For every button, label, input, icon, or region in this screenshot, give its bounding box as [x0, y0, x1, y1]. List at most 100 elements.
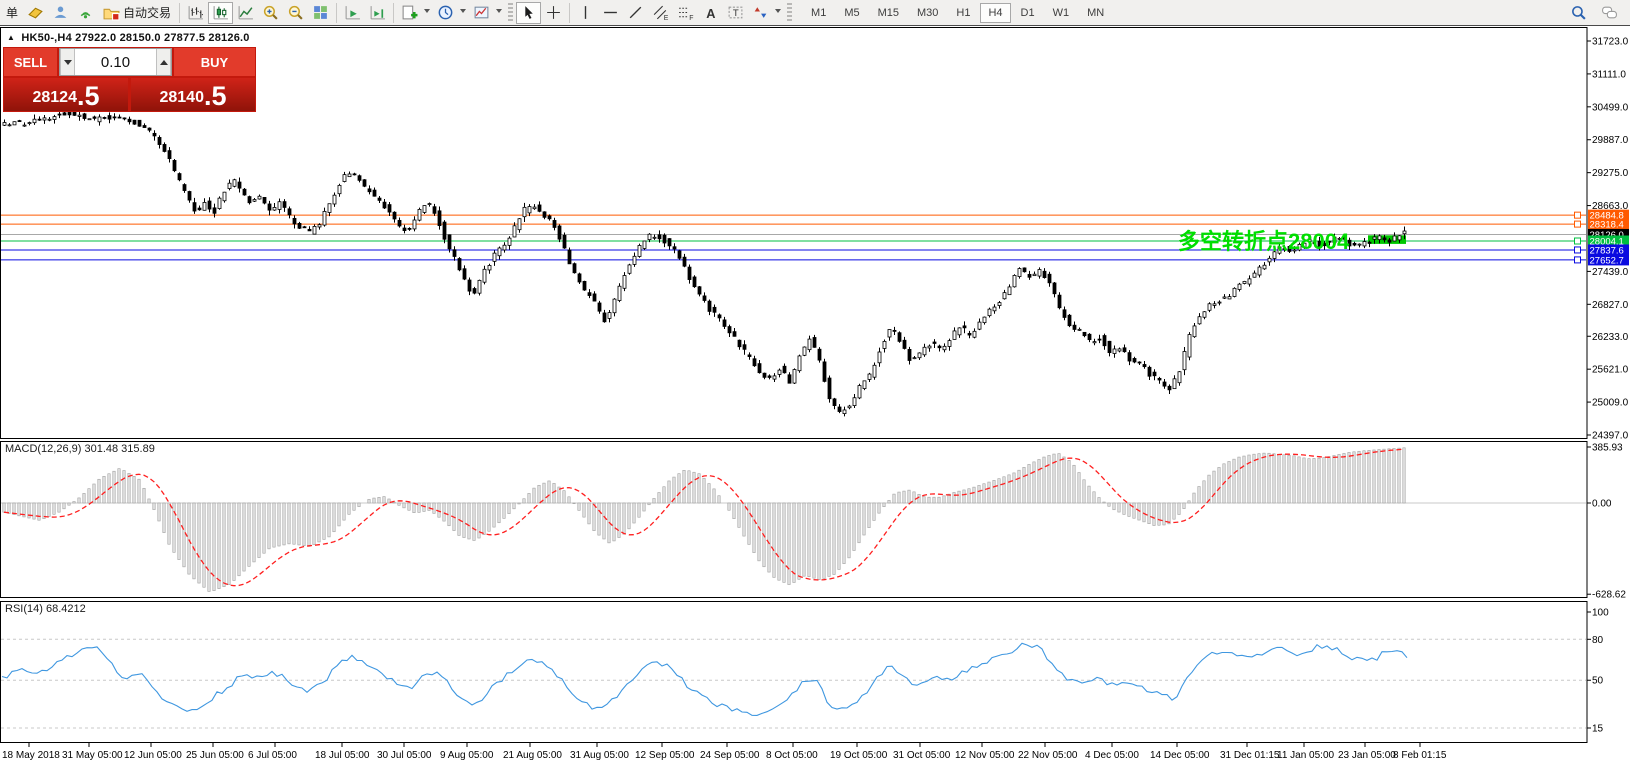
cursor-icon [520, 4, 537, 21]
time-axis-label: 23 Jan 05:00 [1338, 750, 1396, 761]
price-tick-label: 31111.0 [1592, 69, 1626, 80]
periods-dropdown[interactable] [458, 2, 469, 24]
autotrading-button[interactable]: 自动交易 [98, 2, 176, 24]
line-handle[interactable] [1575, 247, 1581, 253]
signals-button[interactable] [73, 2, 98, 24]
volume-decrease-button[interactable] [60, 49, 75, 75]
svg-text:A: A [706, 6, 715, 21]
community-button[interactable] [48, 2, 73, 24]
timeframe-bar: M1M5M15M30H1H4D1W1MN [803, 3, 1112, 23]
time-axis-label: 19 Oct 05:00 [830, 750, 888, 761]
bar-chart-icon [187, 4, 204, 21]
chart-symbol-header: ▲ HK50-,H4 27922.0 28150.0 27877.5 28126… [7, 32, 250, 44]
chevron-down-icon [460, 9, 466, 16]
crosshair-icon [545, 4, 562, 21]
price-tag-label: 27652.7 [1590, 255, 1624, 266]
rsi-panel[interactable] [1, 602, 1588, 743]
time-axis-label: 21 Aug 05:00 [503, 750, 562, 761]
crosshair-button[interactable] [541, 2, 566, 24]
new-order-label: 单 [6, 4, 18, 21]
time-axis-label: 12 Nov 05:00 [955, 750, 1015, 761]
toolbar-grip[interactable] [787, 3, 792, 23]
sell-button[interactable]: SELL [4, 48, 57, 76]
annotation-text[interactable]: 多空转折点28004 [1178, 229, 1350, 254]
vertical-line-button[interactable] [573, 2, 598, 24]
indicators-dropdown[interactable] [422, 2, 433, 24]
macd-tick-label: 0.00 [1592, 499, 1612, 510]
periods-button[interactable] [433, 2, 458, 24]
indicators-button[interactable] [397, 2, 422, 24]
chart-shift-button[interactable] [365, 2, 390, 24]
price-tick-label: 30499.0 [1592, 102, 1629, 113]
zoom-in-icon [262, 4, 279, 21]
add-indicator-icon [401, 4, 418, 21]
order-ticket-button[interactable] [23, 2, 48, 24]
text-button[interactable]: A [698, 2, 723, 24]
trendline-button[interactable] [623, 2, 648, 24]
cursor-button[interactable] [516, 2, 541, 24]
new-order-button[interactable]: 单 [1, 2, 23, 24]
channel-button[interactable]: E [648, 2, 673, 24]
time-axis-label: 12 Jun 05:00 [124, 750, 182, 761]
sell-price-int: 28124 [32, 85, 77, 111]
time-axis-label: 4 Dec 05:00 [1085, 750, 1139, 761]
chart-bars-button[interactable] [183, 2, 208, 24]
one-click-trading-panel: SELL BUY 28124 .5 28140 .5 [3, 47, 256, 112]
collapse-arrow-icon[interactable]: ▲ [7, 33, 15, 42]
zoom-out-button[interactable] [283, 2, 308, 24]
chat-button[interactable] [1597, 2, 1622, 24]
line-chart-icon [237, 4, 254, 21]
buy-button[interactable]: BUY [174, 48, 255, 76]
volume-increase-button[interactable] [156, 49, 171, 75]
chevron-down-icon [424, 9, 430, 16]
text-icon: A [702, 4, 719, 21]
price-tick-label: 31723.0 [1592, 37, 1629, 48]
timeframe-d1[interactable]: D1 [1013, 3, 1043, 23]
timeframe-m5[interactable]: M5 [836, 3, 867, 23]
line-handle[interactable] [1575, 238, 1581, 244]
chart-line-button[interactable] [233, 2, 258, 24]
timeframe-h1[interactable]: H1 [948, 3, 978, 23]
buy-price[interactable]: 28140 .5 [131, 78, 255, 111]
tile-windows-button[interactable] [308, 2, 333, 24]
fibonacci-button[interactable]: F [673, 2, 698, 24]
arrows-dropdown[interactable] [773, 2, 784, 24]
text-label-button[interactable]: T [723, 2, 748, 24]
macd-tick-label: -628.62 [1592, 590, 1626, 601]
chevron-down-icon [775, 9, 781, 16]
toolbar-grip[interactable] [508, 3, 513, 23]
time-axis-label: 8 Feb 01:15 [1393, 750, 1447, 761]
timeframe-w1[interactable]: W1 [1045, 3, 1078, 23]
chart-candles-button[interactable] [208, 2, 233, 24]
autoscroll-button[interactable] [340, 2, 365, 24]
sell-price[interactable]: 28124 .5 [4, 78, 128, 111]
zoom-in-button[interactable] [258, 2, 283, 24]
price-tick-label: 26233.0 [1592, 332, 1629, 343]
text-label-icon: T [727, 4, 744, 21]
community-icon [52, 4, 69, 21]
horizontal-line-button[interactable] [598, 2, 623, 24]
search-button[interactable] [1566, 2, 1591, 24]
triangle-down-icon [64, 60, 72, 69]
rsi-tick-label: 15 [1592, 724, 1604, 735]
templates-button[interactable] [469, 2, 494, 24]
timeframe-m30[interactable]: M30 [909, 3, 946, 23]
toolbar-separator [569, 3, 570, 23]
arrows-button[interactable] [748, 2, 773, 24]
time-axis-label: 12 Sep 05:00 [635, 750, 695, 761]
line-handle[interactable] [1575, 221, 1581, 227]
timeframe-m1[interactable]: M1 [803, 3, 834, 23]
chart-canvas[interactable]: 多空转折点2800431723.031111.030499.029887.029… [0, 27, 1630, 769]
order-ticket-icon [27, 4, 44, 21]
clock-icon [437, 4, 454, 21]
volume-input[interactable] [75, 49, 156, 75]
svg-text:E: E [664, 15, 669, 21]
line-handle[interactable] [1575, 257, 1581, 263]
templates-dropdown[interactable] [494, 2, 505, 24]
template-icon [473, 4, 490, 21]
line-handle[interactable] [1575, 212, 1581, 218]
toolbar-separator [393, 3, 394, 23]
timeframe-mn[interactable]: MN [1079, 3, 1112, 23]
timeframe-h4[interactable]: H4 [980, 3, 1010, 23]
timeframe-m15[interactable]: M15 [870, 3, 907, 23]
